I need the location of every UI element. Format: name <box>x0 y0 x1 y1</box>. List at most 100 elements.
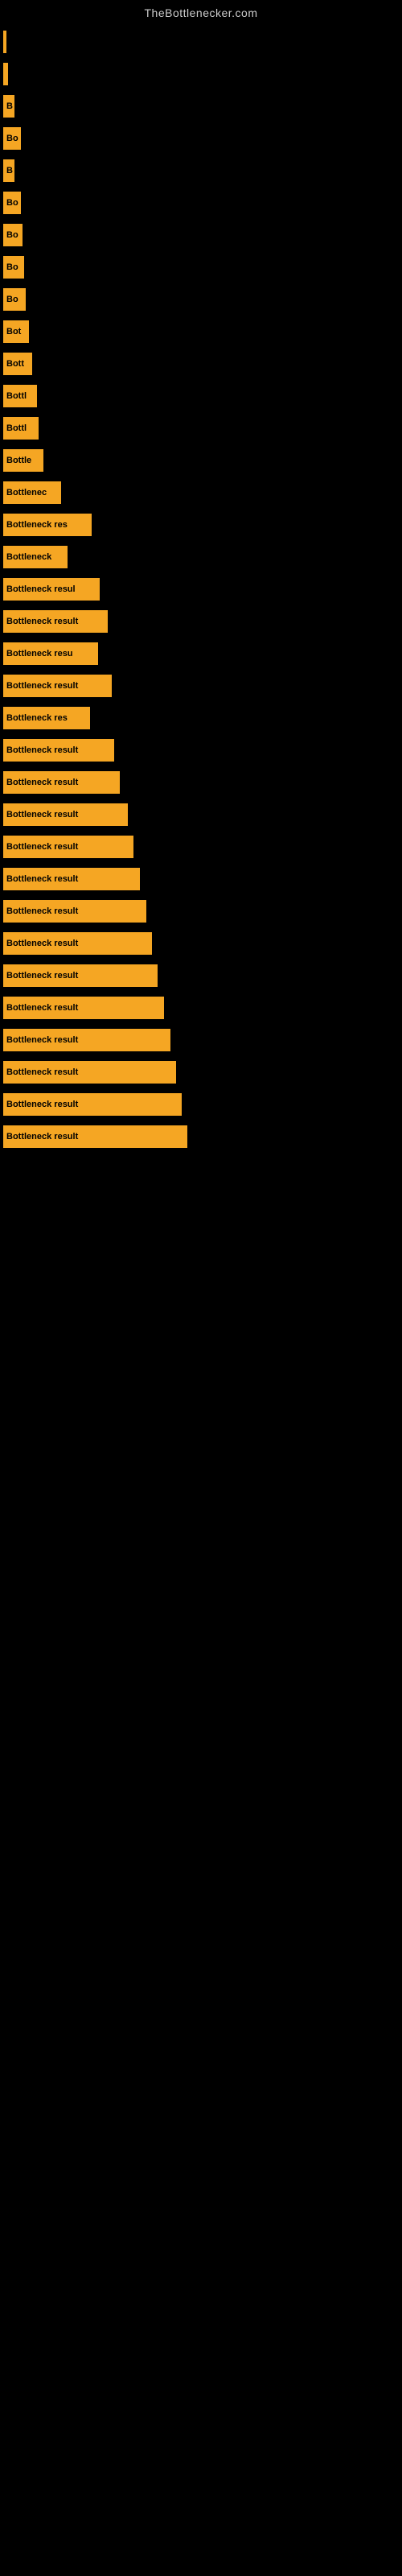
bar-row: Bottleneck result <box>0 932 402 955</box>
bar-label-29: Bottleneck result <box>6 971 78 980</box>
bar-3: Bo <box>3 127 21 150</box>
bar-23: Bottleneck result <box>3 771 120 794</box>
bar-label-31: Bottleneck result <box>6 1035 78 1045</box>
bar-25: Bottleneck result <box>3 836 133 858</box>
bar-label-34: Bottleneck result <box>6 1132 78 1141</box>
bar-29: Bottleneck result <box>3 964 158 987</box>
bar-2: B <box>3 95 14 118</box>
bar-row: Bottleneck res <box>0 707 402 729</box>
bar-label-22: Bottleneck result <box>6 745 78 755</box>
bar-10: Bott <box>3 353 32 375</box>
bar-row: Bottleneck result <box>0 610 402 633</box>
bar-row: Bottleneck result <box>0 900 402 923</box>
bar-label-19: Bottleneck resu <box>6 649 73 658</box>
bar-label-28: Bottleneck result <box>6 939 78 948</box>
site-title: TheBottlenecker.com <box>0 0 402 23</box>
bar-label-23: Bottleneck result <box>6 778 78 787</box>
bar-label-17: Bottleneck resul <box>6 584 76 594</box>
bar-30: Bottleneck result <box>3 997 164 1019</box>
bar-row: Bottleneck result <box>0 1061 402 1084</box>
bar-row: Bottl <box>0 385 402 407</box>
bar-17: Bottleneck resul <box>3 578 100 601</box>
bar-label-2: B <box>6 101 13 111</box>
bar-row: Bott <box>0 353 402 375</box>
bar-row: Bottleneck result <box>0 836 402 858</box>
bar-15: Bottleneck res <box>3 514 92 536</box>
bar-33: Bottleneck result <box>3 1093 182 1116</box>
bar-label-21: Bottleneck res <box>6 713 68 723</box>
bar-label-5: Bo <box>6 198 18 208</box>
bar-7: Bo <box>3 256 24 279</box>
bar-label-33: Bottleneck result <box>6 1100 78 1109</box>
bar-8: Bo <box>3 288 26 311</box>
bar-row: Bottleneck result <box>0 739 402 762</box>
bar-row: Bottleneck resu <box>0 642 402 665</box>
bar-row: Bottleneck result <box>0 1029 402 1051</box>
bar-6: Bo <box>3 224 23 246</box>
bar-row: Bottleneck result <box>0 997 402 1019</box>
bar-label-14: Bottlenec <box>6 488 47 497</box>
bar-label-16: Bottleneck <box>6 552 51 562</box>
bar-label-27: Bottleneck result <box>6 906 78 916</box>
bar-label-18: Bottleneck result <box>6 617 78 626</box>
bar-5: Bo <box>3 192 21 214</box>
bar-row: Bo <box>0 288 402 311</box>
bar-row: Bottleneck <box>0 546 402 568</box>
bar-row: Bottleneck res <box>0 514 402 536</box>
bar-row: Bottleneck resul <box>0 578 402 601</box>
bar-31: Bottleneck result <box>3 1029 170 1051</box>
bar-16: Bottleneck <box>3 546 68 568</box>
bar-28: Bottleneck result <box>3 932 152 955</box>
bar-row: Bottleneck result <box>0 1125 402 1148</box>
bar-18: Bottleneck result <box>3 610 108 633</box>
bar-label-9: Bot <box>6 327 21 336</box>
bar-label-20: Bottleneck result <box>6 681 78 691</box>
bar-9: Bot <box>3 320 29 343</box>
bar-0 <box>3 31 6 53</box>
bar-22: Bottleneck result <box>3 739 114 762</box>
bar-label-7: Bo <box>6 262 18 272</box>
bar-26: Bottleneck result <box>3 868 140 890</box>
bar-label-24: Bottleneck result <box>6 810 78 819</box>
bar-21: Bottleneck res <box>3 707 90 729</box>
bar-row: Bottleneck result <box>0 675 402 697</box>
bar-row: Bottlenec <box>0 481 402 504</box>
bar-row: Bo <box>0 224 402 246</box>
bar-11: Bottl <box>3 385 37 407</box>
bar-label-25: Bottleneck result <box>6 842 78 852</box>
bar-row: Bo <box>0 256 402 279</box>
bar-row: Bot <box>0 320 402 343</box>
bar-label-8: Bo <box>6 295 18 304</box>
bar-row: B <box>0 159 402 182</box>
bar-label-12: Bottl <box>6 423 27 433</box>
bar-row <box>0 31 402 53</box>
bar-34: Bottleneck result <box>3 1125 187 1148</box>
bar-row <box>0 63 402 85</box>
bar-20: Bottleneck result <box>3 675 112 697</box>
bar-row: Bottle <box>0 449 402 472</box>
bar-row: Bo <box>0 192 402 214</box>
bar-24: Bottleneck result <box>3 803 128 826</box>
bar-label-11: Bottl <box>6 391 27 401</box>
bars-container: B Bo B Bo Bo Bo Bo Bot Bott Bottl Bottl Bottle Bottl… <box>0 23 402 1166</box>
bar-14: Bottlenec <box>3 481 61 504</box>
bar-12: Bottl <box>3 417 39 440</box>
bar-13: Bottle <box>3 449 43 472</box>
bar-4: B <box>3 159 14 182</box>
bar-27: Bottleneck result <box>3 900 146 923</box>
bar-row: Bottleneck result <box>0 1093 402 1116</box>
bar-row: Bottleneck result <box>0 964 402 987</box>
bar-label-13: Bottle <box>6 456 31 465</box>
bar-label-4: B <box>6 166 13 175</box>
bar-row: Bottl <box>0 417 402 440</box>
bar-row: B <box>0 95 402 118</box>
bar-label-26: Bottleneck result <box>6 874 78 884</box>
bar-32: Bottleneck result <box>3 1061 176 1084</box>
bar-label-32: Bottleneck result <box>6 1067 78 1077</box>
bar-row: Bottleneck result <box>0 868 402 890</box>
bar-row: Bottleneck result <box>0 803 402 826</box>
bar-label-6: Bo <box>6 230 18 240</box>
bar-row: Bo <box>0 127 402 150</box>
bar-label-30: Bottleneck result <box>6 1003 78 1013</box>
bar-1 <box>3 63 8 85</box>
